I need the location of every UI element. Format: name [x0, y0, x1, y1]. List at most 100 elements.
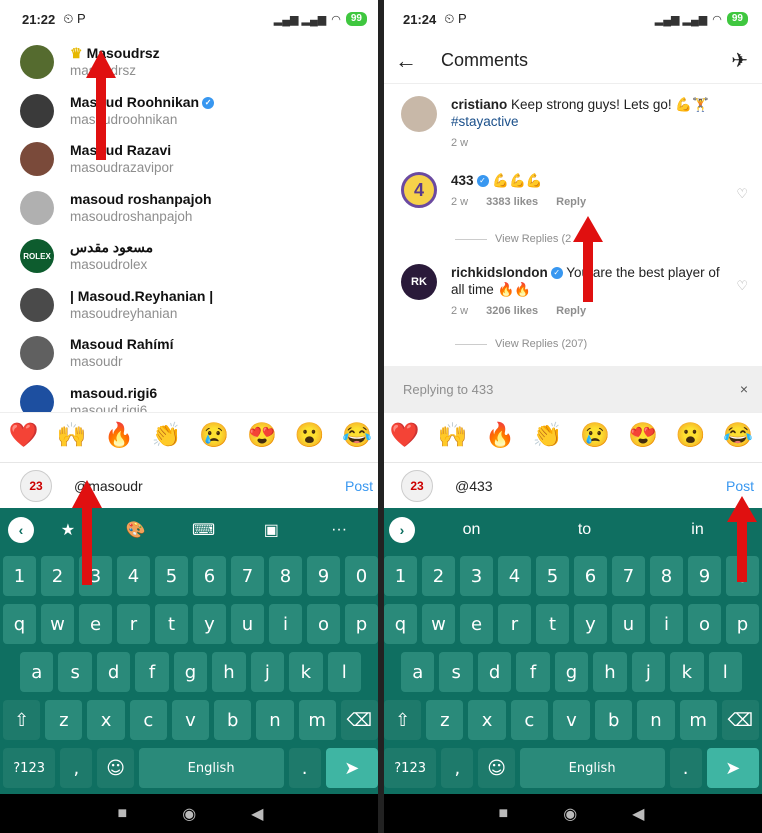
- key-n[interactable]: n: [256, 700, 294, 740]
- key-enter[interactable]: ➤: [325, 748, 378, 788]
- key-⇧[interactable]: ⇧: [3, 700, 41, 740]
- word-suggestion[interactable]: on: [415, 521, 528, 539]
- key-⇧[interactable]: ⇧: [384, 700, 422, 740]
- key-sym[interactable]: ?123: [3, 748, 56, 788]
- keyboard-tool-icon[interactable]: 🎨: [102, 520, 170, 540]
- key-h[interactable]: h: [593, 652, 627, 692]
- key-j[interactable]: j: [631, 652, 666, 692]
- key-f[interactable]: f: [135, 652, 169, 692]
- key-e[interactable]: e: [79, 604, 112, 644]
- emoji-button[interactable]: 😍: [247, 421, 277, 450]
- word-suggestion[interactable]: to: [528, 521, 641, 539]
- key-1[interactable]: 1: [384, 556, 417, 596]
- key-x[interactable]: x: [468, 700, 506, 740]
- home-icon[interactable]: ◉: [182, 804, 196, 824]
- emoji-button[interactable]: 😮: [676, 421, 706, 450]
- key-period[interactable]: .: [669, 748, 702, 788]
- keyboard-tool-icon[interactable]: ▣: [237, 520, 305, 540]
- reply-button[interactable]: Reply: [556, 303, 586, 320]
- key-space[interactable]: English: [138, 748, 284, 788]
- emoji-button[interactable]: 😂: [342, 421, 372, 450]
- key-3[interactable]: 3: [460, 556, 493, 596]
- key-y[interactable]: y: [574, 604, 607, 644]
- direct-message-icon[interactable]: ✈: [731, 48, 748, 73]
- keyboard-tool-icon[interactable]: ⌨: [170, 520, 238, 540]
- back-icon[interactable]: ◀: [251, 804, 263, 824]
- key-c[interactable]: c: [129, 700, 167, 740]
- key-v[interactable]: v: [171, 700, 210, 740]
- like-heart-icon[interactable]: ♡: [736, 278, 748, 320]
- key-i[interactable]: i: [650, 604, 683, 644]
- emoji-button[interactable]: 🙌: [56, 421, 86, 450]
- key-0[interactable]: 0: [345, 556, 378, 596]
- key-space[interactable]: English: [519, 748, 665, 788]
- emoji-button[interactable]: 👏: [533, 421, 563, 450]
- reply-button[interactable]: Reply: [556, 194, 586, 211]
- emoji-button[interactable]: 🙌: [437, 421, 467, 450]
- key-⌫[interactable]: ⌫: [721, 700, 759, 740]
- back-icon[interactable]: ◀: [632, 804, 644, 824]
- emoji-button[interactable]: ❤️: [9, 421, 39, 450]
- avatar[interactable]: RK: [401, 264, 437, 300]
- key-emoji[interactable]: ☺: [478, 748, 515, 788]
- key-d[interactable]: d: [96, 652, 131, 692]
- key-2[interactable]: 2: [41, 556, 74, 596]
- key-5[interactable]: 5: [536, 556, 569, 596]
- avatar[interactable]: [401, 96, 437, 132]
- key-c[interactable]: c: [510, 700, 548, 740]
- key-o[interactable]: o: [307, 604, 340, 644]
- key-n[interactable]: n: [637, 700, 675, 740]
- emoji-button[interactable]: 🔥: [485, 421, 515, 450]
- key-5[interactable]: 5: [155, 556, 188, 596]
- key-j[interactable]: j: [250, 652, 285, 692]
- key-2[interactable]: 2: [422, 556, 455, 596]
- post-button[interactable]: Post: [726, 478, 754, 494]
- emoji-button[interactable]: 😮: [295, 421, 325, 450]
- view-replies[interactable]: View Replies (2: [455, 233, 571, 245]
- key-8[interactable]: 8: [650, 556, 683, 596]
- emoji-button[interactable]: 😂: [723, 421, 753, 450]
- suggestion-item[interactable]: Masoud Roohnikan ✓ masoudroohnikan: [0, 87, 381, 136]
- key-r[interactable]: r: [498, 604, 531, 644]
- suggestion-item[interactable]: ♛Masoudrszmasoudrsz: [0, 38, 381, 87]
- key-b[interactable]: b: [214, 700, 252, 740]
- key-g[interactable]: g: [173, 652, 208, 692]
- key-i[interactable]: i: [269, 604, 302, 644]
- key-s[interactable]: s: [58, 652, 92, 692]
- key-f[interactable]: f: [516, 652, 550, 692]
- suggestion-item[interactable]: masoud.rigi6 masoud.rigi6: [0, 378, 381, 412]
- key-l[interactable]: l: [708, 652, 742, 692]
- key-7[interactable]: 7: [231, 556, 264, 596]
- post-button[interactable]: Post: [345, 478, 373, 494]
- key-a[interactable]: a: [20, 652, 54, 692]
- key-8[interactable]: 8: [269, 556, 302, 596]
- key-enter[interactable]: ➤: [706, 748, 759, 788]
- key-q[interactable]: q: [3, 604, 36, 644]
- key-w[interactable]: w: [422, 604, 455, 644]
- key-o[interactable]: o: [688, 604, 721, 644]
- home-icon[interactable]: ◉: [563, 804, 577, 824]
- key-6[interactable]: 6: [193, 556, 226, 596]
- hashtag-link[interactable]: #stayactive: [451, 114, 519, 129]
- key-z[interactable]: z: [45, 700, 83, 740]
- key-m[interactable]: m: [679, 700, 717, 740]
- suggestion-item[interactable]: masoud roshanpajoh masoudroshanpajoh: [0, 184, 381, 233]
- like-heart-icon[interactable]: ♡: [736, 186, 748, 211]
- close-icon[interactable]: ×: [740, 381, 748, 397]
- key-u[interactable]: u: [612, 604, 645, 644]
- key-v[interactable]: v: [552, 700, 591, 740]
- key-w[interactable]: w: [41, 604, 74, 644]
- key-sym[interactable]: ?123: [384, 748, 437, 788]
- emoji-button[interactable]: 👏: [152, 421, 182, 450]
- key-r[interactable]: r: [117, 604, 150, 644]
- key-b[interactable]: b: [595, 700, 633, 740]
- key-m[interactable]: m: [298, 700, 336, 740]
- suggestion-item[interactable]: | Masoud.Reyhanian | masoudreyhanian: [0, 281, 381, 330]
- key-t[interactable]: t: [536, 604, 569, 644]
- key-g[interactable]: g: [554, 652, 589, 692]
- key-7[interactable]: 7: [612, 556, 645, 596]
- key-4[interactable]: 4: [498, 556, 531, 596]
- key-t[interactable]: t: [155, 604, 188, 644]
- key-l[interactable]: l: [327, 652, 361, 692]
- key-comma[interactable]: ,: [441, 748, 474, 788]
